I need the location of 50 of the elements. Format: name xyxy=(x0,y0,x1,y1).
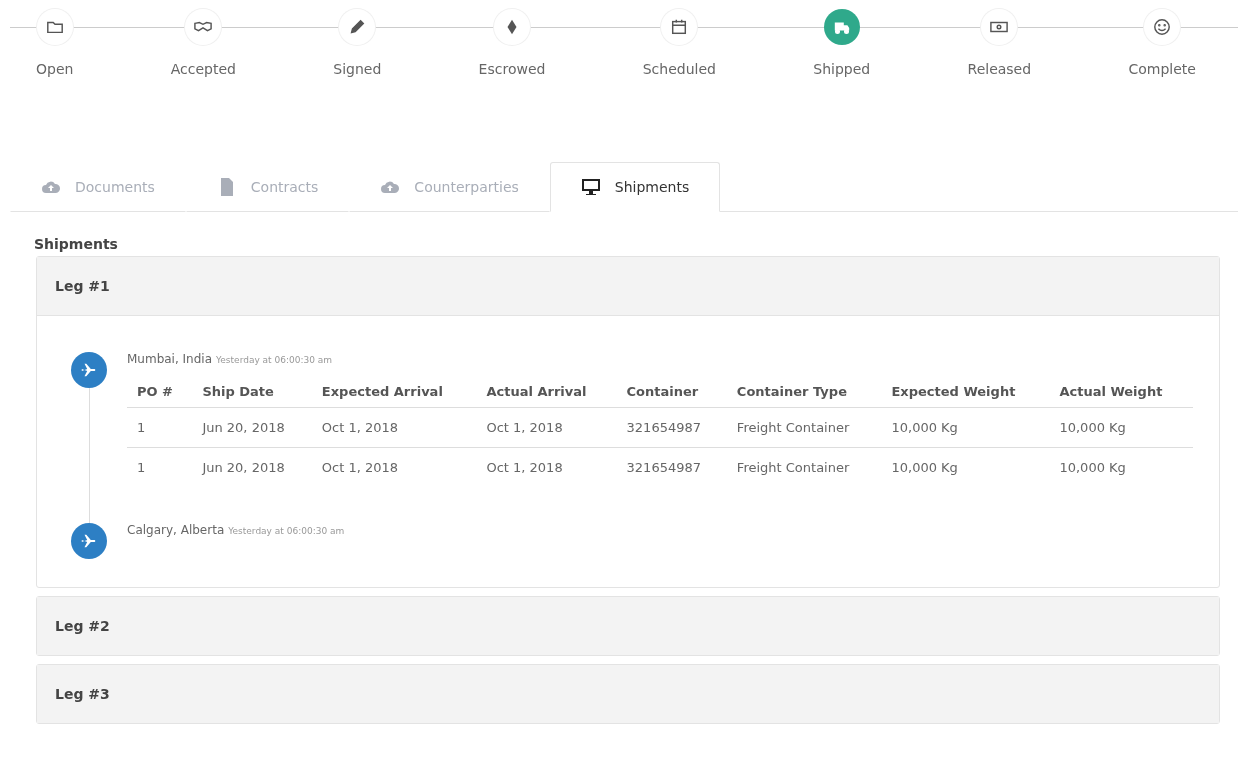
column-header: Actual Arrival xyxy=(476,376,617,408)
step-label: Accepted xyxy=(170,61,236,77)
airplane-icon xyxy=(71,352,107,388)
column-header: Actual Weight xyxy=(1049,376,1193,408)
table-cell: 321654987 xyxy=(616,447,727,487)
table-cell: Freight Container xyxy=(726,447,882,487)
table-cell: Oct 1, 2018 xyxy=(476,407,617,448)
column-header: Expected Arrival xyxy=(311,376,477,408)
table-cell: Jun 20, 2018 xyxy=(192,447,312,487)
stop-time: Yesterday at 06:00:30 am xyxy=(216,355,333,365)
step-label: Shipped xyxy=(813,61,871,77)
tab[interactable]: Shipments xyxy=(549,162,721,212)
column-header: Ship Date xyxy=(192,376,312,408)
table-cell: 1 xyxy=(127,447,193,487)
smile-icon[interactable] xyxy=(1144,9,1181,45)
table-cell: 321654987 xyxy=(616,407,727,448)
column-header: Expected Weight xyxy=(881,376,1050,408)
step-label: Scheduled xyxy=(642,61,716,77)
table-cell: 10,000 Kg xyxy=(1049,407,1193,448)
section-title: Shipments xyxy=(34,236,119,252)
table-cell: 10,000 Kg xyxy=(1049,447,1193,487)
step-label: Released xyxy=(967,61,1032,77)
money-icon[interactable] xyxy=(981,9,1018,45)
step-label: Escrowed xyxy=(478,61,546,77)
stop-time: Yesterday at 06:00:30 am xyxy=(228,526,345,536)
table-cell: Oct 1, 2018 xyxy=(311,447,477,487)
table-cell: 10,000 Kg xyxy=(881,447,1050,487)
column-header: Container xyxy=(616,376,727,408)
table-cell: Oct 1, 2018 xyxy=(311,407,477,448)
pencil-icon[interactable] xyxy=(339,9,376,45)
table-cell: Oct 1, 2018 xyxy=(476,447,617,487)
truck-icon[interactable] xyxy=(823,9,860,45)
step-label: Signed xyxy=(333,61,382,77)
column-header: PO # xyxy=(127,376,193,408)
step-label: Open xyxy=(36,61,74,77)
leg-header[interactable]: Leg #2 xyxy=(37,597,1219,655)
table-cell: Freight Container xyxy=(726,407,882,448)
calendar-icon[interactable] xyxy=(661,9,698,45)
leg-header[interactable]: Leg #1 xyxy=(37,257,1219,315)
table-cell: 10,000 Kg xyxy=(881,407,1050,448)
step-label: Complete xyxy=(1128,61,1196,77)
table-cell: Jun 20, 2018 xyxy=(192,407,312,448)
stop-location: Mumbai, India xyxy=(127,352,213,366)
stop-location: Calgary, Alberta xyxy=(127,523,225,537)
leg-header[interactable]: Leg #3 xyxy=(37,665,1219,723)
column-header: Container Type xyxy=(726,376,882,408)
folder-icon[interactable] xyxy=(36,9,73,45)
airplane-icon xyxy=(71,523,107,559)
monitor-icon xyxy=(580,177,601,197)
table-cell: 1 xyxy=(127,407,193,448)
